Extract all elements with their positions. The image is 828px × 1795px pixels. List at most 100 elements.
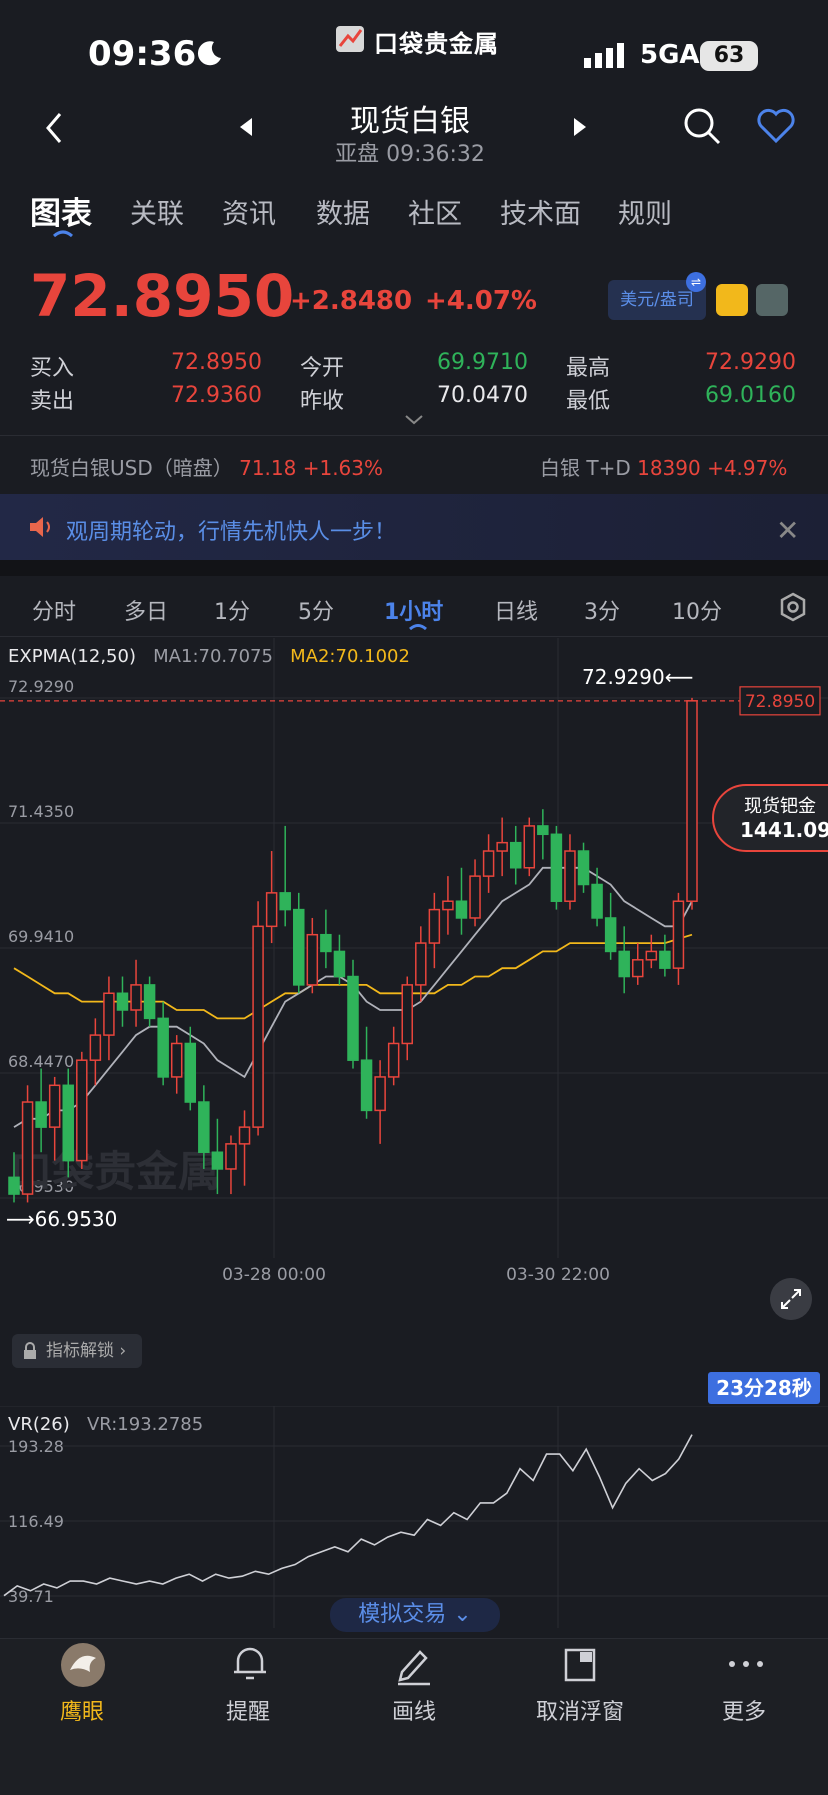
ticker-td[interactable]: 白银 T+D 18390 +4.97% <box>540 452 787 481</box>
float-window-icon[interactable] <box>560 1642 600 1686</box>
last-price: 72.8950 <box>30 262 295 330</box>
back-arrow-icon[interactable] <box>40 108 70 148</box>
refresh-icon[interactable] <box>716 284 748 316</box>
candlestick-chart[interactable]: 72.929071.435069.941068.447066.953003-28… <box>0 638 828 1380</box>
sim-trade-label: 模拟交易 <box>358 1602 447 1627</box>
period-tab-1m[interactable]: 1分 <box>214 594 250 626</box>
candle-body <box>293 908 305 986</box>
ticker-dark-pool[interactable]: 现货白银USD（暗盘） 71.18 +1.63% <box>30 452 383 481</box>
favorite-heart-icon[interactable] <box>756 108 796 144</box>
vr-indicator-chart: 193.28116.4939.71 <box>0 1406 828 1628</box>
nav-cancel-float[interactable]: 取消浮窗 <box>520 1694 640 1726</box>
price-change-percent: +4.07% <box>425 286 537 316</box>
candle-body <box>591 883 603 919</box>
ticker-price: 18390 <box>637 456 701 480</box>
status-bar: 09:36 口袋贵金属 5GA 63 <box>0 0 828 100</box>
y-tick-label: 72.9290 <box>8 677 74 696</box>
y-tick-label: 71.4350 <box>8 802 74 821</box>
candle-body <box>374 1076 386 1112</box>
candle-body <box>360 1059 373 1112</box>
high-value: 72.9290 <box>705 350 796 375</box>
candle-body <box>279 892 291 911</box>
moon-icon <box>197 41 221 66</box>
tab-news[interactable]: 资讯 <box>222 192 276 231</box>
tab-rules[interactable]: 规则 <box>618 192 672 231</box>
period-tab-daily[interactable]: 日线 <box>494 594 538 626</box>
candle-body <box>428 908 441 944</box>
nav-alert[interactable]: 提醒 <box>188 1694 308 1726</box>
candle-body <box>48 1084 61 1128</box>
search-icon[interactable] <box>682 106 722 146</box>
x-tick-label: 03-28 00:00 <box>222 1265 326 1285</box>
page-title: 现货白银 <box>350 104 470 139</box>
more-icon[interactable] <box>724 1642 768 1686</box>
pen-icon[interactable] <box>394 1642 434 1686</box>
previous-instrument-icon[interactable] <box>238 116 254 138</box>
candle-body <box>496 841 508 852</box>
period-tab-5m[interactable]: 5分 <box>298 594 334 626</box>
ask-value: 72.9360 <box>171 383 262 408</box>
fullscreen-icon[interactable] <box>770 1278 812 1320</box>
candle-body <box>116 992 129 1011</box>
period-tab-multiday[interactable]: 多日 <box>124 594 168 626</box>
y-tick-label: 68.4470 <box>8 1052 74 1071</box>
candle-body <box>21 1101 34 1195</box>
candle-body <box>143 984 156 1020</box>
candle-body <box>306 933 319 986</box>
candle-body <box>238 1126 251 1145</box>
candle-body <box>659 950 671 969</box>
section-separator <box>0 560 828 576</box>
candle-body <box>442 900 454 911</box>
banner-text: 观周期轮动，行情先机快人一步！ <box>66 520 397 545</box>
bid-label: 买入 <box>30 356 75 381</box>
candle-body <box>618 950 630 978</box>
candle-body <box>564 850 576 902</box>
tab-chart[interactable]: 图表 <box>30 188 92 233</box>
tab-technical[interactable]: 技术面 <box>500 192 581 231</box>
candle-body <box>523 825 536 869</box>
nav-draw[interactable]: 画线 <box>354 1694 474 1726</box>
high-marker: 72.9290⟵ <box>582 665 693 689</box>
candle-body <box>482 850 495 877</box>
speaker-icon <box>30 517 50 537</box>
ask-label: 卖出 <box>30 389 75 414</box>
bar-countdown: 23分28秒 <box>708 1372 820 1404</box>
eagle-eye-icon[interactable] <box>60 1642 106 1688</box>
candle-body <box>130 984 142 1011</box>
candle-body <box>35 1101 47 1128</box>
period-tab-3m[interactable]: 3分 <box>584 594 620 626</box>
period-tab-10m[interactable]: 10分 <box>672 594 722 626</box>
tab-community[interactable]: 社区 <box>408 192 462 231</box>
tab-related[interactable]: 关联 <box>130 192 184 231</box>
candle-body <box>198 1101 210 1153</box>
unlock-label: 指标解锁 <box>46 1341 114 1361</box>
ticker-pct: +4.97% <box>707 456 788 480</box>
candle-body <box>577 850 590 886</box>
nav-eagle-eye[interactable]: 鹰眼 <box>22 1694 142 1726</box>
nav-more[interactable]: 更多 <box>684 1694 804 1726</box>
chevron-down-icon[interactable] <box>404 414 424 426</box>
ticker-price: 71.18 <box>239 456 297 480</box>
low-label: 最低 <box>566 389 611 414</box>
prev-close-value: 70.0470 <box>437 383 528 408</box>
candle-body <box>170 1042 183 1078</box>
ticker-name: 现货白银USD（暗盘） <box>30 456 233 480</box>
candle-body <box>672 900 685 969</box>
calculator-icon[interactable] <box>756 284 788 316</box>
next-instrument-icon[interactable] <box>572 116 588 138</box>
candle-body <box>252 925 264 1128</box>
vr-y-tick-label: 116.49 <box>8 1512 64 1531</box>
candle-body <box>265 892 278 928</box>
bell-icon[interactable] <box>230 1642 270 1686</box>
candle-body <box>415 942 427 986</box>
candle-body <box>89 1034 102 1061</box>
candle-body <box>509 841 522 869</box>
candle-body <box>103 992 115 1036</box>
low-marker: ⟶66.9530 <box>6 1207 117 1231</box>
tab-data[interactable]: 数据 <box>316 192 370 231</box>
close-icon[interactable]: ✕ <box>776 514 799 547</box>
candle-body <box>455 900 468 919</box>
settings-icon[interactable] <box>778 592 808 622</box>
simulated-trade-button[interactable]: 模拟交易 ⌄ <box>330 1598 500 1632</box>
period-tab-intraday[interactable]: 分时 <box>32 594 76 626</box>
